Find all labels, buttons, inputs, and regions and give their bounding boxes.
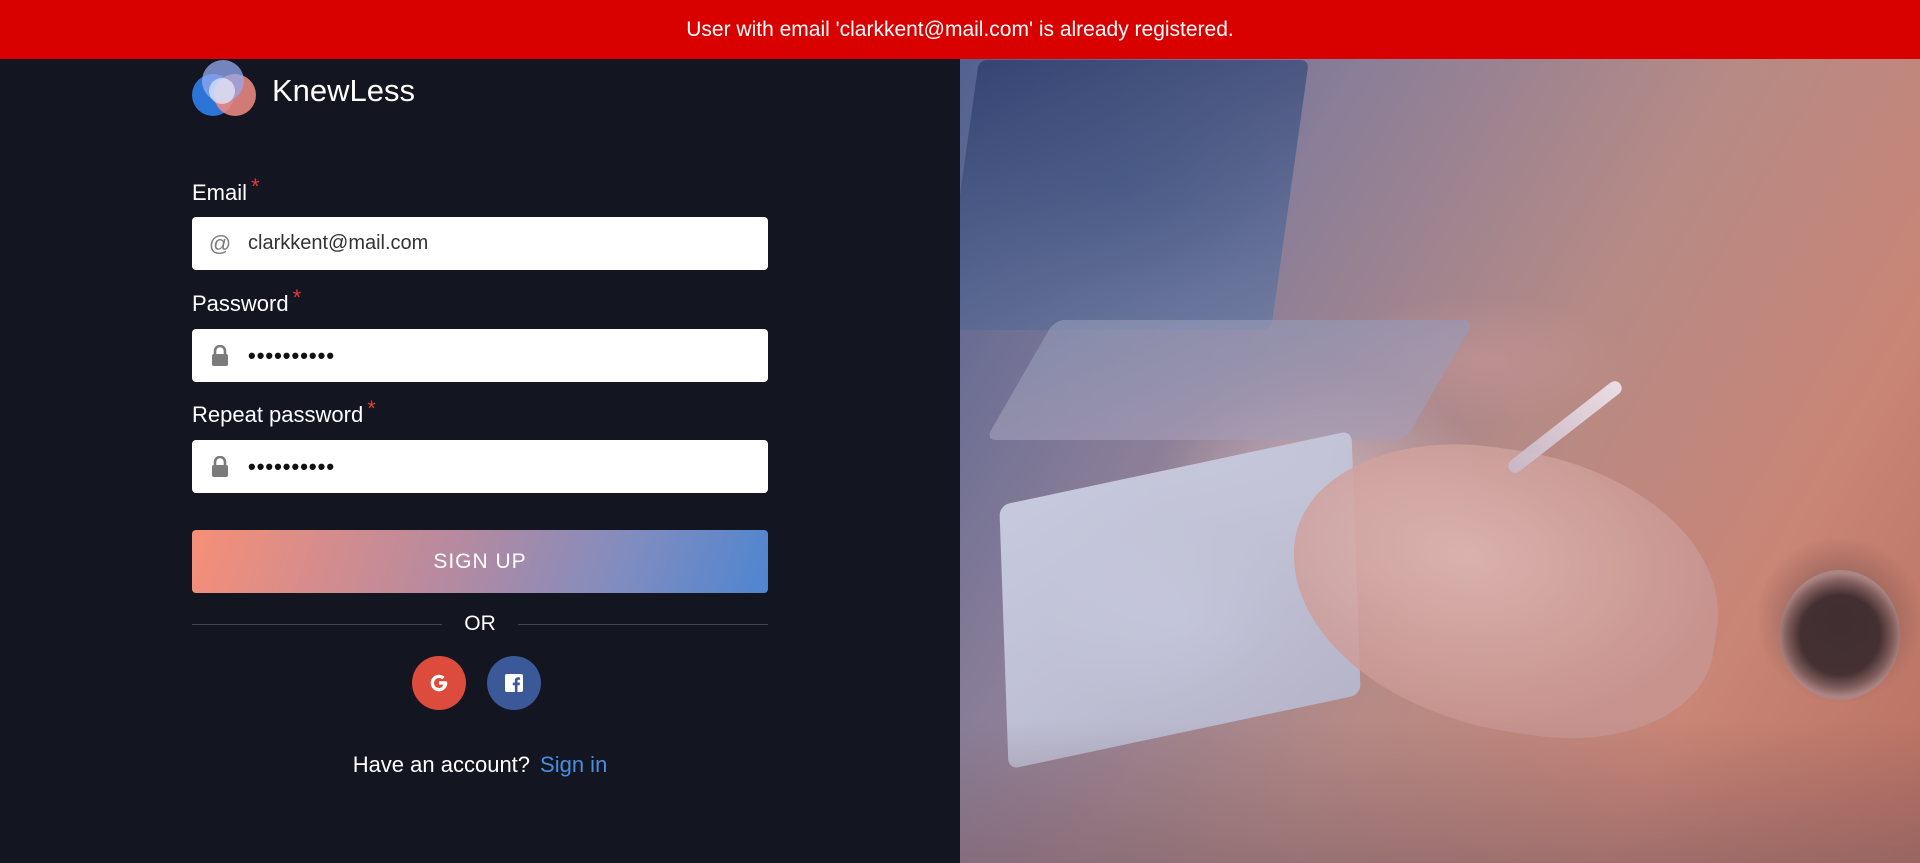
sign-in-link[interactable]: Sign in bbox=[540, 752, 607, 777]
or-divider: OR bbox=[192, 612, 768, 636]
email-label-text: Email bbox=[192, 180, 248, 205]
required-mark: * bbox=[292, 285, 302, 310]
repeat-password-label-text: Repeat password bbox=[192, 402, 364, 427]
facebook-login-button[interactable] bbox=[487, 656, 541, 710]
password-label: Password * bbox=[192, 285, 301, 317]
email-input[interactable] bbox=[248, 232, 748, 255]
signup-panel: KnewLess Email* @ Password* •••••••••• R… bbox=[0, 0, 960, 863]
error-notification: User with email 'clarkkent@mail.com' is … bbox=[0, 0, 1920, 59]
lock-icon bbox=[192, 344, 248, 367]
brand-logo: KnewLess bbox=[192, 60, 415, 122]
table-shape bbox=[960, 720, 1920, 863]
laptop-keyboard-shape bbox=[985, 320, 1475, 440]
laptop-shape bbox=[960, 60, 1309, 330]
password-field[interactable]: •••••••••• bbox=[192, 329, 768, 382]
knewless-logo-icon bbox=[192, 60, 258, 122]
at-icon: @ bbox=[208, 230, 232, 256]
have-account-text: Have an account? bbox=[352, 752, 531, 777]
signin-prompt: Have an account? Sign in bbox=[0, 752, 960, 778]
lock-icon bbox=[192, 455, 248, 478]
repeat-password-field[interactable]: •••••••••• bbox=[192, 440, 768, 493]
password-input[interactable]: •••••••••• bbox=[248, 343, 335, 369]
hand-shape bbox=[1272, 421, 1738, 759]
password-label-text: Password bbox=[192, 291, 289, 316]
repeat-password-label: Repeat password * bbox=[192, 396, 376, 428]
google-login-button[interactable] bbox=[412, 656, 466, 710]
repeat-password-input[interactable]: •••••••••• bbox=[248, 454, 335, 480]
hero-photo bbox=[960, 0, 1920, 863]
divider-line-right bbox=[517, 623, 768, 625]
google-icon bbox=[430, 674, 448, 692]
divider-line-left bbox=[192, 623, 443, 625]
email-field[interactable]: @ bbox=[192, 217, 768, 270]
or-text: OR bbox=[464, 612, 496, 635]
facebook-icon bbox=[505, 674, 523, 692]
email-label: Email * bbox=[192, 174, 260, 206]
required-mark: * bbox=[367, 396, 376, 421]
watch-shape bbox=[1780, 570, 1900, 700]
required-mark: * bbox=[251, 174, 260, 199]
brand-name: KnewLess bbox=[272, 73, 416, 108]
sign-up-button[interactable]: SIGN UP bbox=[192, 530, 768, 593]
